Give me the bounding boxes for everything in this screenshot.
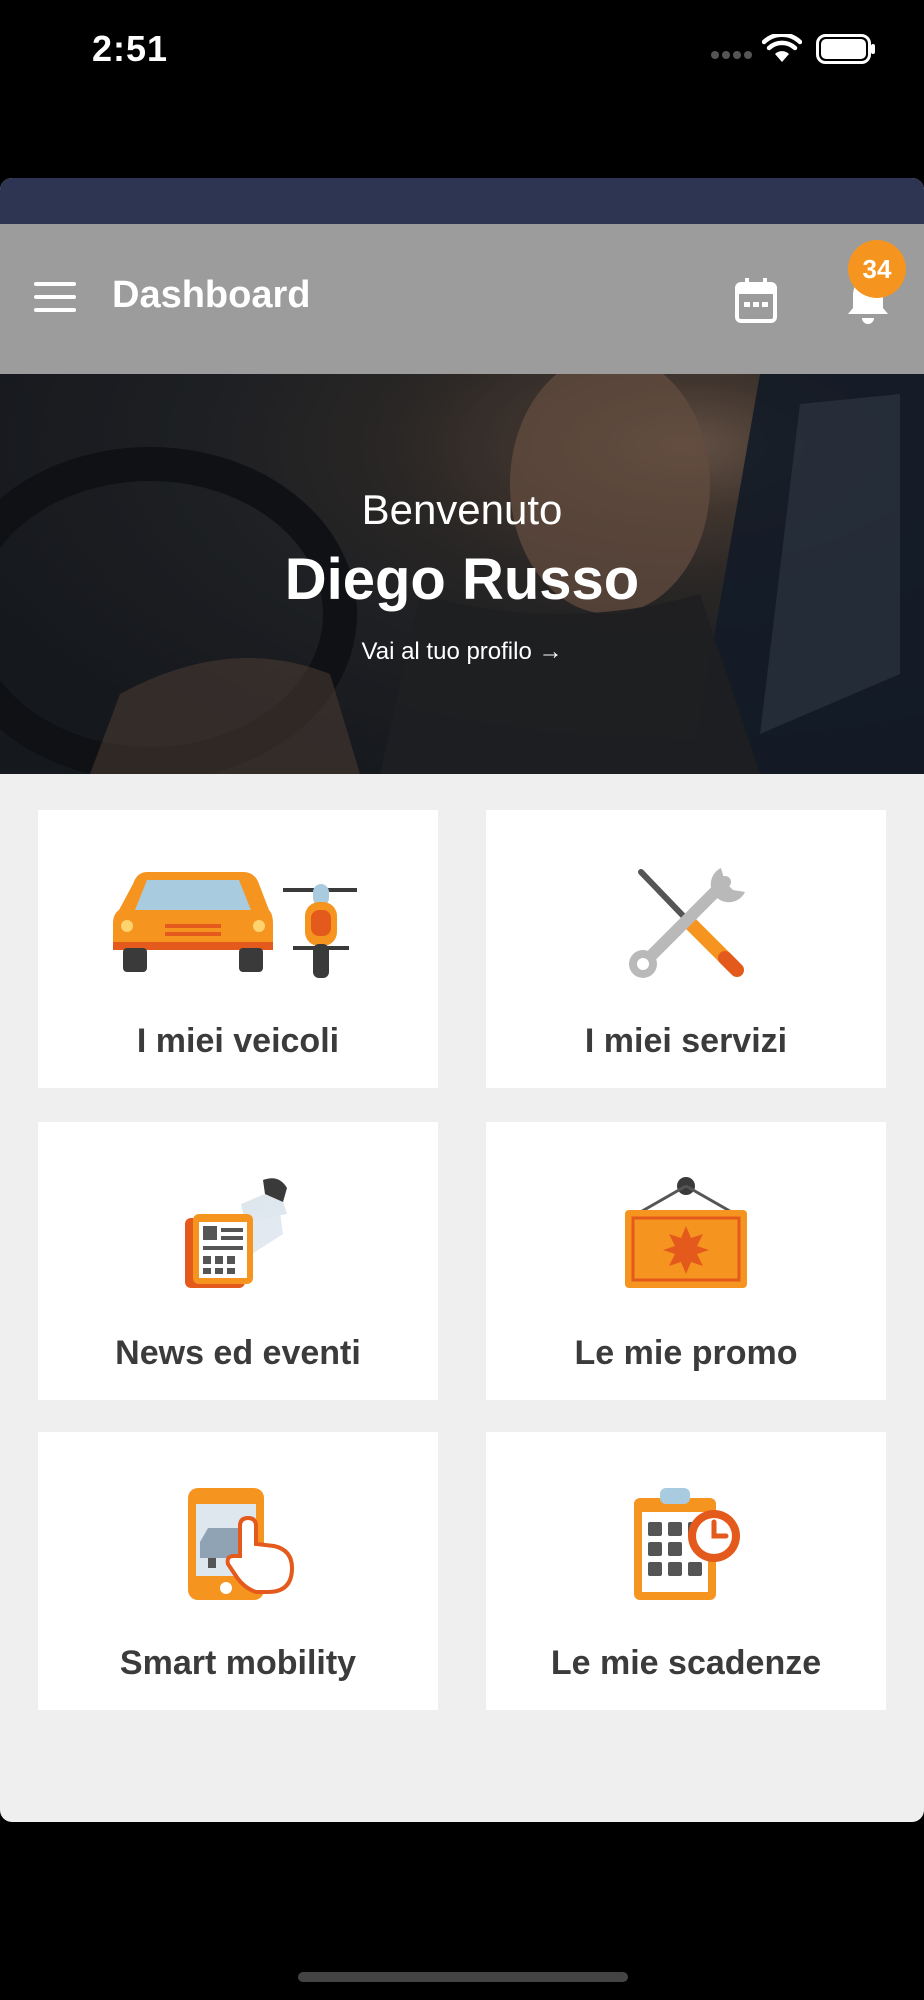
tile-label: Le mie scadenze [550,1644,822,1682]
cellular-signal-icon [711,51,752,59]
tile-label: I miei veicoli [136,1022,340,1060]
wifi-icon [762,34,802,62]
tile-label: Smart mobility [119,1644,357,1682]
page-title: Dashboard [112,274,311,316]
vehicles-icon [113,872,357,978]
deadlines-icon [634,1488,740,1600]
tools-icon [629,868,745,978]
top-strip [0,178,924,224]
calendar-icon[interactable] [734,276,778,324]
tile-deadlines[interactable]: Le mie scadenze [486,1432,886,1710]
status-bar: 2:51 [0,0,924,110]
news-icon [185,1178,287,1288]
app-bar: Dashboard 34 [0,224,924,374]
notification-badge: 34 [848,240,906,298]
tile-label: News ed eventi [115,1334,361,1372]
app-screen: Dashboard 34 Benvenuto Diego Russo Vai a… [0,178,924,1822]
profile-link[interactable]: Vai al tuo profilo → [0,638,924,666]
tile-label: I miei servizi [584,1022,788,1060]
tile-news[interactable]: News ed eventi [38,1122,438,1400]
hamburger-menu-icon[interactable] [34,282,76,314]
user-name: Diego Russo [284,547,640,612]
welcome-banner: Benvenuto Diego Russo Vai al tuo profilo… [0,374,924,774]
welcome-text: Benvenuto [361,486,563,533]
tile-services[interactable]: I miei servizi [486,810,886,1088]
tile-vehicles[interactable]: I miei veicoli [38,810,438,1088]
tile-label: Le mie promo [574,1334,798,1372]
battery-icon [816,34,875,64]
tile-smart-mobility[interactable]: Smart mobility [38,1432,438,1710]
promo-icon [625,1177,747,1288]
smart-mobility-icon [188,1488,295,1600]
home-indicator[interactable] [298,1972,628,1982]
tile-promo[interactable]: Le mie promo [486,1122,886,1400]
status-time: 2:51 [92,28,169,69]
